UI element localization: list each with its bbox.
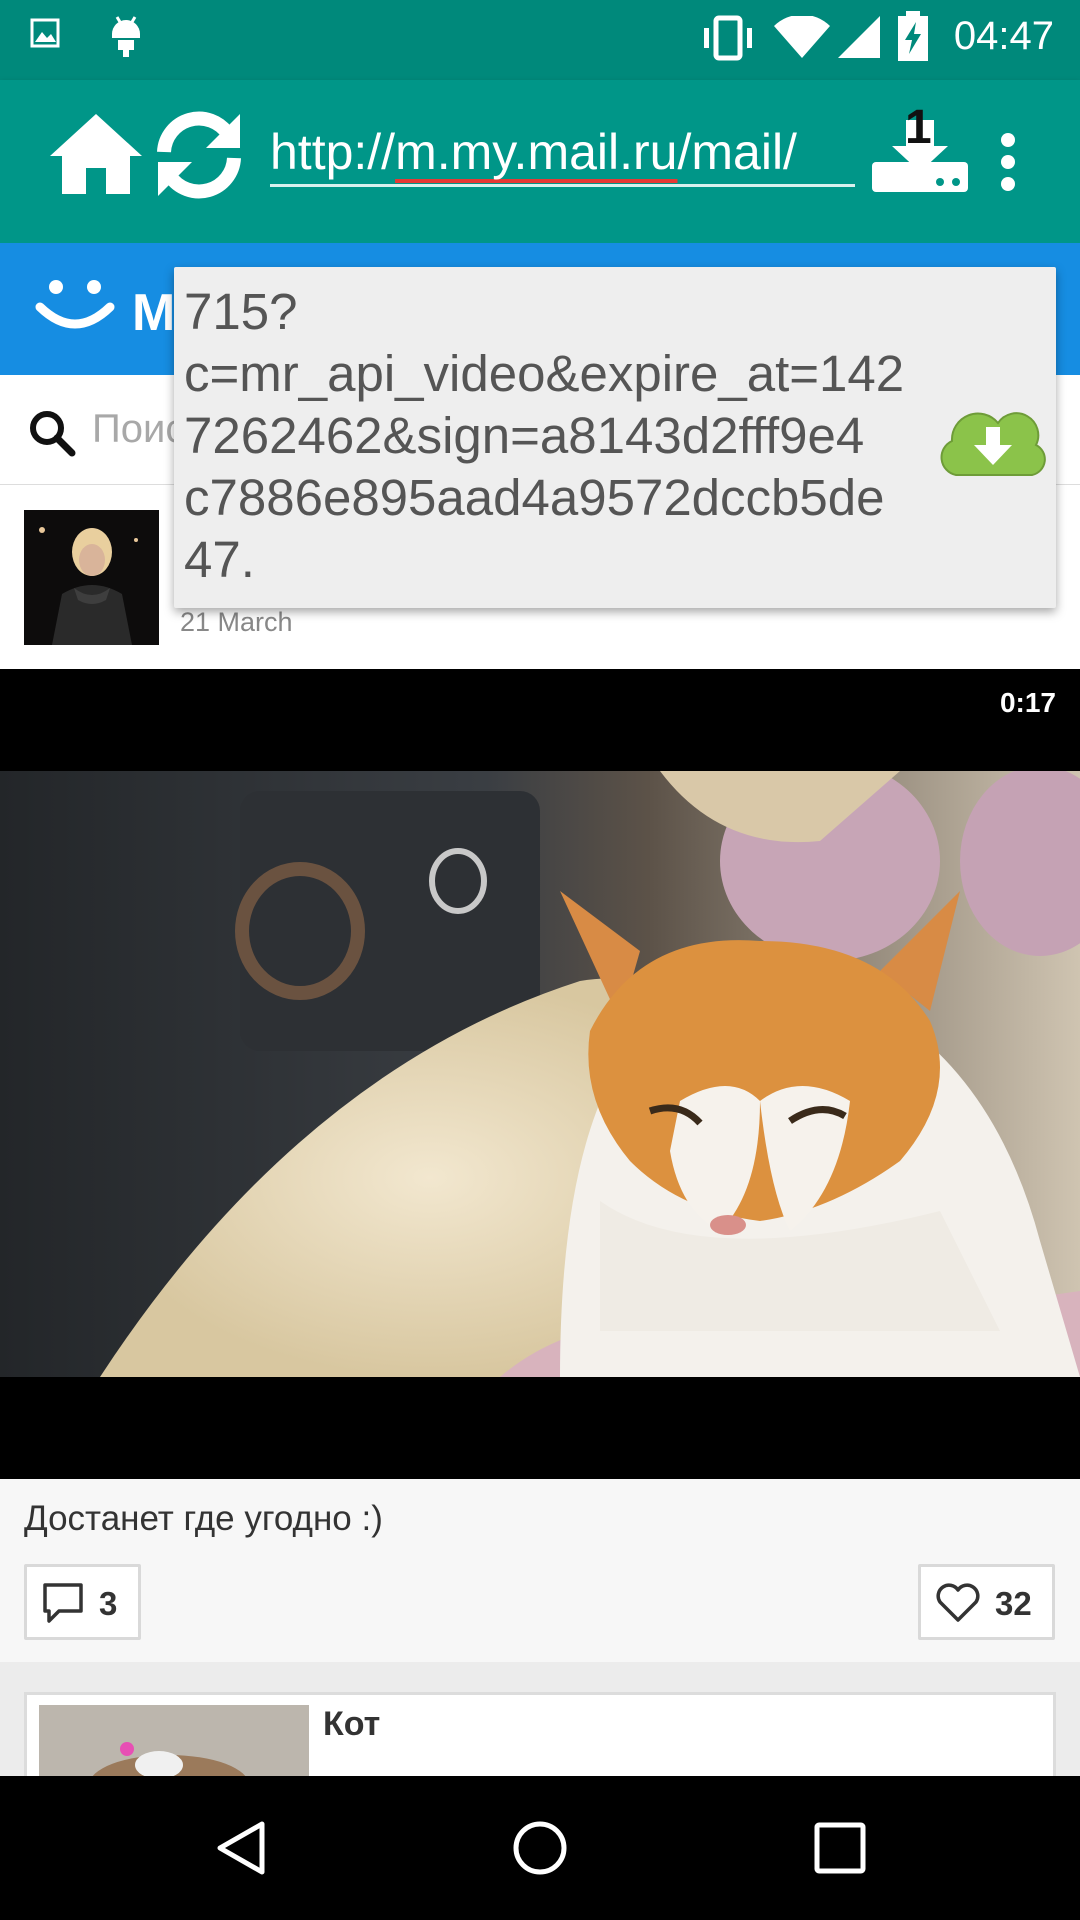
url-input[interactable]: http://m.my.mail.ru/mail/ bbox=[270, 117, 855, 187]
url-popup-text: 715? c=mr_api_video&expire_at=142 726246… bbox=[184, 283, 905, 588]
navigation-bar bbox=[0, 1776, 1080, 1920]
home-nav-icon[interactable] bbox=[510, 1818, 570, 1878]
avatar[interactable] bbox=[24, 510, 159, 645]
refresh-icon[interactable] bbox=[152, 108, 246, 202]
search-icon bbox=[30, 411, 76, 457]
image-icon bbox=[30, 18, 60, 48]
url-prefix: http:// bbox=[270, 124, 396, 180]
url-suffix: /mail/ bbox=[677, 124, 797, 180]
likes-count: 32 bbox=[995, 1585, 1032, 1622]
comments-button[interactable]: 3 bbox=[24, 1564, 141, 1640]
search-placeholder: Поис bbox=[92, 407, 186, 451]
video-frame bbox=[0, 771, 1080, 1377]
download-count-badge: 1 bbox=[905, 101, 932, 154]
back-icon[interactable] bbox=[212, 1818, 272, 1878]
recents-icon[interactable] bbox=[812, 1820, 868, 1876]
video-duration: 0:17 bbox=[999, 687, 1056, 718]
url-popup[interactable]: 715? c=mr_api_video&expire_at=142 726246… bbox=[174, 267, 1056, 608]
comments-count: 3 bbox=[99, 1585, 118, 1622]
wifi-icon bbox=[774, 16, 830, 58]
feed-next-area: Кот bbox=[0, 1662, 1080, 1792]
avatar-photo bbox=[24, 510, 159, 645]
home-icon[interactable] bbox=[48, 110, 144, 198]
cloud-download-icon[interactable] bbox=[936, 395, 1046, 481]
comment-icon bbox=[43, 1583, 83, 1623]
post-date: 21 March bbox=[180, 607, 293, 637]
post-caption: Достанет где угодно :) bbox=[24, 1499, 383, 1538]
post-body: Достанет где угодно :) 3 32 bbox=[0, 1479, 1080, 1662]
android-icon bbox=[112, 16, 140, 57]
signal-icon bbox=[838, 16, 880, 58]
battery-charging-icon bbox=[898, 11, 928, 61]
browser-toolbar: http://m.my.mail.ru/mail/ 1 bbox=[0, 80, 1080, 243]
url-domain: m.my.mail.ru bbox=[395, 124, 678, 180]
status-bar: 04:47 bbox=[0, 0, 1080, 80]
video-player[interactable]: 0:17 bbox=[0, 669, 1080, 1479]
clock: 04:47 bbox=[953, 14, 1054, 58]
site-logo-text: M bbox=[132, 284, 176, 342]
heart-icon bbox=[936, 1583, 980, 1622]
vibrate-icon bbox=[704, 15, 752, 61]
video-thumbnail-cat bbox=[0, 771, 1080, 1377]
next-post-title: Кот bbox=[323, 1705, 381, 1743]
more-vert-icon[interactable] bbox=[998, 132, 1018, 192]
smile-logo-icon[interactable] bbox=[34, 277, 116, 337]
likes-button[interactable]: 32 bbox=[918, 1564, 1055, 1640]
